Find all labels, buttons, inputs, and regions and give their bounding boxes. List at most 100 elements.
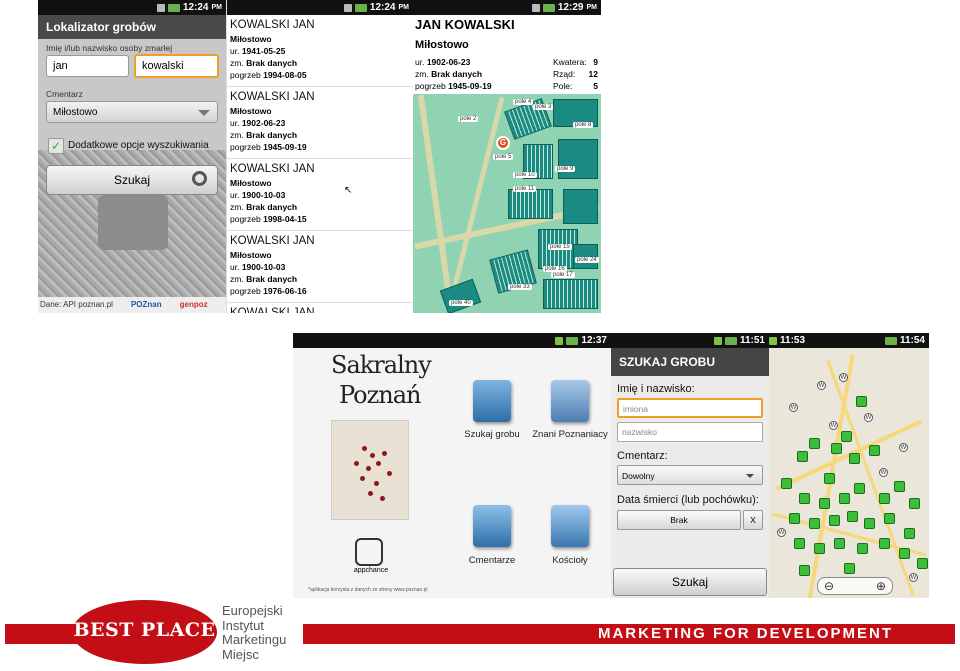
status-time: 12:24 [369, 2, 396, 13]
church-marker-icon[interactable]: W [839, 373, 848, 382]
wifi-icon [769, 336, 777, 345]
church-marker-icon[interactable]: W [817, 381, 826, 390]
clear-date-button[interactable]: X [743, 510, 763, 530]
zoom-out-button[interactable]: ⊖ [824, 578, 834, 594]
field-label: pole 5 [493, 154, 514, 160]
cemetery-select[interactable]: Dowolny [617, 465, 763, 485]
screen-cemeteries-map[interactable]: 11:53 11:54 W W W W W W W W W ⊖ ⊕ [769, 333, 929, 598]
search-button[interactable]: Szukaj [46, 165, 218, 195]
church-marker-icon[interactable]: W [909, 573, 918, 582]
burial-label: pogrzeb [415, 81, 446, 91]
cemetery-marker-icon[interactable] [917, 558, 928, 569]
cemetery-marker-icon[interactable] [899, 548, 910, 559]
cemetery-marker-icon[interactable] [841, 431, 852, 442]
cemetery-marker-icon[interactable] [831, 443, 842, 454]
search-icon [192, 171, 207, 186]
signal-icon [343, 3, 352, 12]
field-label: pole 4 [513, 99, 534, 105]
tile-label-search-grave[interactable]: Szukaj grobu [452, 429, 532, 440]
institute-name: Europejski Instytut Marketingu Miejsc [222, 603, 302, 668]
list-item[interactable]: KOWALSKI JAN Miłostowo ur. 1902-06-23 zm… [227, 87, 413, 159]
cemetery-marker-icon[interactable] [879, 538, 890, 549]
list-item[interactable]: KOWALSKI JAN Miłostowo ur. 1941-05-25 zm… [227, 15, 413, 87]
cemetery-marker-icon[interactable] [834, 538, 845, 549]
cemetery-marker-icon[interactable] [819, 498, 830, 509]
first-name-input[interactable]: jan [46, 55, 129, 77]
church-marker-icon[interactable]: W [899, 443, 908, 452]
app-title: Lokalizator grobów [38, 15, 226, 39]
cemetery-marker-icon[interactable] [844, 563, 855, 574]
cemetery-map[interactable]: pole 4 pole 2 pole 5 pole 10 pole 9 pole… [413, 94, 601, 313]
cemetery-marker-icon[interactable] [854, 483, 865, 494]
list-item[interactable]: KOWALSKI JAN Miłostowo ur. 1900-10-03 zm… [227, 159, 413, 231]
status-bar: 11:53 11:54 [769, 333, 929, 348]
cemetery-marker-icon[interactable] [799, 493, 810, 504]
last-name-input[interactable]: nazwisko [617, 422, 763, 442]
wifi-icon [555, 336, 564, 345]
born-date: 1902-06-23 [241, 118, 286, 128]
cemetery-marker-icon[interactable] [799, 565, 810, 576]
field-label: pole 8 [573, 122, 594, 128]
church-marker-icon[interactable]: W [789, 403, 798, 412]
footer-note: *aplikacja korzysta z danych ze strony w… [308, 587, 428, 593]
church-marker-icon[interactable]: W [777, 528, 786, 537]
field-label: pole 3 [533, 104, 554, 110]
cemetery-marker-icon[interactable] [909, 498, 920, 509]
cemetery-marker-icon[interactable] [809, 438, 820, 449]
cemetery-marker-icon[interactable] [904, 528, 915, 539]
battery-icon [884, 336, 897, 345]
cemetery-marker-icon[interactable] [794, 538, 805, 549]
bible-tile-icon[interactable] [473, 380, 511, 422]
death-date-button[interactable]: Brak [617, 510, 741, 530]
genpoz-logo: genpoz [179, 300, 208, 309]
extra-options-checkbox[interactable]: ✓ [48, 138, 64, 154]
first-name-input[interactable]: imiona [617, 398, 763, 418]
battery-icon [167, 3, 180, 12]
screen-results-list: 12:24 PM KOWALSKI JAN Miłostowo ur. 1941… [226, 0, 413, 313]
cemetery-marker-icon[interactable] [829, 515, 840, 526]
cemetery-marker-icon[interactable] [847, 511, 858, 522]
church-marker-icon[interactable]: W [879, 468, 888, 477]
cemetery-marker-icon[interactable] [789, 513, 800, 524]
cemetery-select[interactable]: Miłostowo [46, 101, 218, 123]
church-marker-icon[interactable]: W [829, 421, 838, 430]
burial-label: pogrzeb [230, 142, 261, 152]
church-marker-icon[interactable]: W [864, 413, 873, 422]
list-item[interactable]: KOWALSKI JAN [227, 303, 413, 313]
cemetery-marker-icon[interactable] [824, 473, 835, 484]
tile-label-famous-people[interactable]: Znani Poznaniacy [530, 429, 610, 440]
search-button[interactable]: Szukaj [613, 568, 767, 596]
cemetery-marker-icon[interactable] [894, 481, 905, 492]
died-label: zm. [230, 202, 244, 212]
cemetery-marker-icon[interactable] [869, 445, 880, 456]
cemetery-marker-icon[interactable] [856, 396, 867, 407]
cemetery-marker-icon[interactable] [781, 478, 792, 489]
footer-source: Dane: API poznan.pl [40, 300, 113, 309]
people-tile-icon[interactable] [551, 380, 589, 422]
church-tile-icon[interactable] [551, 505, 589, 547]
cemetery-marker-icon[interactable] [797, 451, 808, 462]
field-label: pole 15 [548, 244, 572, 250]
footer: Dane: API poznan.pl POZnan genpoz [38, 297, 226, 313]
grave-location-pin-icon[interactable]: G [496, 136, 510, 150]
cemetery-tile-icon[interactable] [473, 505, 511, 547]
status-time: 12:29 [557, 2, 584, 13]
tile-label-cemeteries[interactable]: Cmentarze [452, 555, 532, 566]
cemetery-marker-icon[interactable] [864, 518, 875, 529]
cemetery-marker-icon[interactable] [814, 543, 825, 554]
cemetery-marker-icon[interactable] [857, 543, 868, 554]
burial-date: 1994-08-05 [263, 70, 307, 80]
last-name-input[interactable]: kowalski [134, 54, 219, 78]
cemetery-marker-icon[interactable] [879, 493, 890, 504]
cemetery-marker-icon[interactable] [849, 453, 860, 464]
status-bar: 11:51 [611, 333, 769, 348]
cemetery-marker-icon[interactable] [884, 513, 895, 524]
born-date: 1902-06-23 [426, 57, 471, 67]
cemetery-marker-icon[interactable] [839, 493, 850, 504]
list-item[interactable]: KOWALSKI JAN Miłostowo ur. 1900-10-03 zm… [227, 231, 413, 303]
cemetery-marker-icon[interactable] [809, 518, 820, 529]
institute-line: Miejsc [222, 646, 259, 662]
zoom-in-button[interactable]: ⊕ [876, 578, 886, 594]
city-minimap [331, 420, 409, 520]
tile-label-churches[interactable]: Kościoły [530, 555, 610, 566]
